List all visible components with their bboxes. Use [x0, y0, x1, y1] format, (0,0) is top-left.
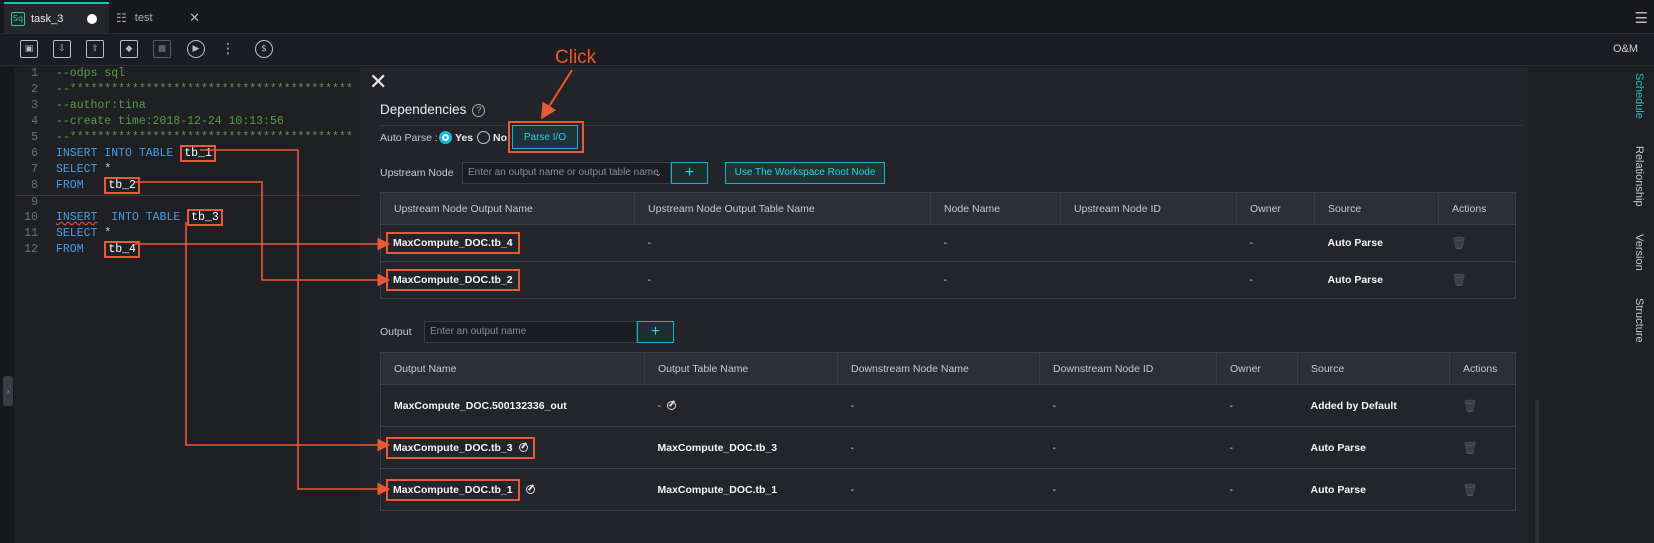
steal-lock-icon[interactable]: ◆: [120, 40, 138, 58]
column-header: Upstream Node Output Table Name: [634, 192, 931, 225]
delete-icon[interactable]: 🗑: [1463, 399, 1478, 413]
table-row: MaxCompute_DOC.tb_3 MaxCompute_DOC.tb_3 …: [380, 426, 1516, 469]
tab-label: task_3: [31, 12, 64, 25]
column-header: Owner: [1236, 192, 1315, 225]
table-row: MaxCompute_DOC.tb_4 - - - Auto Parse 🗑: [380, 224, 1516, 262]
expand-handle-icon[interactable]: ›: [3, 376, 13, 406]
upstream-search-input[interactable]: Enter an output name or output table nam…: [462, 162, 671, 184]
code-line: 10 INSERT INTO TABLE tb_3: [16, 209, 376, 227]
output-name-input[interactable]: Enter an output name: [424, 321, 637, 343]
rail-tab-version[interactable]: Version: [1633, 234, 1645, 271]
rail-tab-relationship[interactable]: Relationship: [1633, 146, 1645, 207]
menu-icon[interactable]: ☰: [1635, 9, 1648, 27]
tab-bar: Sq task_3 ☷ test ✕ ☰: [0, 0, 1654, 34]
output-name-highlight: MaxCompute_DOC.tb_2: [386, 269, 520, 291]
delete-icon[interactable]: 🗑: [1463, 483, 1478, 497]
output-name-highlight: MaxCompute_DOC.tb_4: [386, 232, 520, 254]
column-header: Downstream Node Name: [837, 352, 1040, 385]
code-line: 3 --author:tina: [31, 99, 146, 112]
auto-parse-label: Auto Parse :: [380, 132, 438, 144]
table-header-row: Upstream Node Output Name Upstream Node …: [380, 192, 1516, 225]
auto-parse-yes-label[interactable]: Yes: [455, 132, 473, 144]
table-name-highlight: tb_2: [104, 177, 140, 194]
lock-icon: ■: [153, 40, 171, 58]
save-icon[interactable]: ▣: [20, 40, 38, 58]
tab-label: test: [134, 11, 153, 24]
code-line: 4 --create time:2018-12-24 10:13:56: [31, 115, 284, 128]
column-header: Upstream Node ID: [1060, 192, 1237, 225]
delete-icon[interactable]: 🗑: [1452, 273, 1467, 287]
output-label: Output: [380, 326, 412, 338]
table-row: MaxCompute_DOC.tb_1 MaxCompute_DOC.tb_1 …: [380, 468, 1516, 511]
close-tab-icon[interactable]: ✕: [189, 10, 200, 26]
add-upstream-button[interactable]: +: [671, 162, 708, 184]
auto-parse-no-radio[interactable]: [477, 131, 490, 144]
cost-estimate-icon[interactable]: $: [255, 40, 273, 58]
sql-file-icon: Sq: [11, 11, 25, 26]
column-header: Source: [1314, 192, 1439, 225]
edit-icon[interactable]: [667, 400, 676, 410]
output-table: Output Name Output Table Name Downstream…: [380, 352, 1516, 511]
table-name-highlight: tb_1: [180, 145, 216, 162]
help-icon[interactable]: ?: [472, 104, 486, 117]
code-line: 12 FROM tb_4: [16, 241, 376, 259]
code-line: 6 INSERT INTO TABLE tb_1: [16, 145, 376, 163]
column-header: Source: [1297, 352, 1450, 385]
chevron-down-icon[interactable]: ⌄: [654, 163, 662, 183]
close-panel-icon[interactable]: ✕: [369, 70, 387, 95]
auto-parse-no-label[interactable]: No: [493, 132, 507, 144]
rail-scrollbar[interactable]: [1535, 400, 1539, 543]
upstream-node-label: Upstream Node: [380, 167, 454, 179]
more-icon[interactable]: ⋮: [219, 40, 237, 58]
table-row: MaxCompute_DOC.tb_2 - - - Auto Parse 🗑: [380, 261, 1516, 299]
output-name-highlight: MaxCompute_DOC.tb_1: [386, 478, 520, 501]
code-line: 1 --odps sql: [31, 67, 126, 80]
edit-icon[interactable]: [525, 484, 535, 494]
upstream-table: Upstream Node Output Name Upstream Node …: [380, 192, 1516, 299]
table-header-row: Output Name Output Table Name Downstream…: [380, 352, 1516, 385]
unsaved-dot-icon: [87, 13, 97, 24]
save-as-icon[interactable]: ⇩: [53, 40, 71, 58]
table-name-highlight: tb_3: [187, 209, 223, 226]
rail-tab-structure[interactable]: Structure: [1633, 298, 1645, 343]
code-editor[interactable]: › 1 --odps sql 2 --***********************…: [0, 67, 375, 543]
output-name-highlight: MaxCompute_DOC.tb_3: [386, 436, 535, 459]
workspace-root-button[interactable]: Use The Workspace Root Node: [725, 162, 885, 184]
delete-icon[interactable]: 🗑: [1452, 236, 1467, 250]
submit-icon[interactable]: ⇧: [86, 40, 104, 58]
table-name-highlight: tb_4: [104, 241, 140, 258]
code-line: 8 FROM tb_2: [16, 177, 376, 195]
code-line: 2 --*************************************…: [31, 83, 353, 96]
column-header: Output Name: [380, 352, 645, 385]
column-header: Owner: [1216, 352, 1298, 385]
om-link[interactable]: O&M: [1613, 43, 1638, 55]
delete-icon[interactable]: 🗑: [1463, 441, 1478, 455]
column-header: Upstream Node Output Name: [380, 192, 635, 225]
code-line: 11 SELECT *: [24, 227, 112, 240]
dependencies-title: Dependencies?: [380, 102, 486, 117]
column-header: Downstream Node ID: [1039, 352, 1217, 385]
rail-tab-schedule[interactable]: Schedule: [1633, 73, 1645, 119]
column-header: Output Table Name: [644, 352, 838, 385]
tab-task-3[interactable]: Sq task_3: [4, 2, 109, 33]
editor-gutter: [0, 67, 14, 543]
edit-icon[interactable]: [518, 442, 528, 452]
toolbar: ▣ ⇩ ⇧ ◆ ■ ▶ ⋮ $ O&M: [0, 34, 1654, 66]
column-header: Actions: [1438, 192, 1516, 225]
column-header: Actions: [1449, 352, 1516, 385]
click-annotation-label: Click: [555, 47, 597, 68]
auto-parse-yes-radio[interactable]: [439, 131, 452, 144]
workflow-icon: ☷: [116, 10, 127, 25]
column-header: Node Name: [930, 192, 1061, 225]
tab-test[interactable]: ☷ test ✕: [111, 2, 208, 33]
code-line: 7 SELECT *: [31, 163, 112, 176]
add-output-button[interactable]: +: [637, 321, 674, 343]
click-annotation-box: [508, 121, 584, 153]
run-icon[interactable]: ▶: [187, 40, 205, 58]
table-row: MaxCompute_DOC.500132336_out - - - - Add…: [380, 384, 1516, 427]
